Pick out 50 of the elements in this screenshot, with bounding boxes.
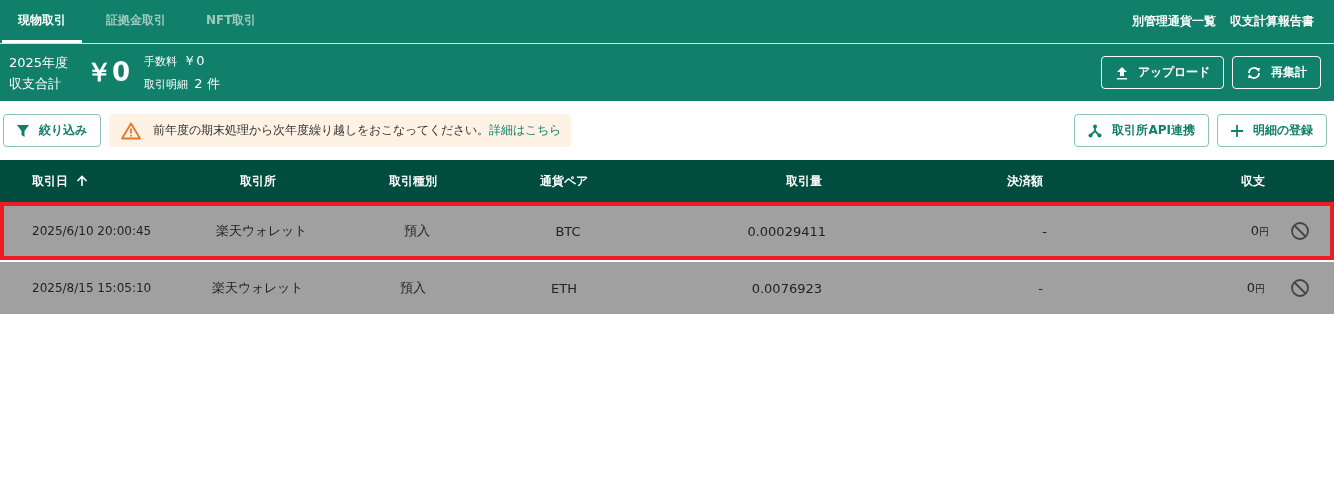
recalculate-button[interactable]: 再集計 [1232,56,1321,89]
header-link[interactable]: 別管理通貨一覧 [1132,13,1216,30]
total-amount: ￥0 [86,56,131,89]
table-cell: 0.0076923 [751,280,822,296]
count-label: 取引明細 [144,77,189,91]
column-header[interactable]: 決済額 [1007,172,1043,190]
table-cell: 楽天ウォレット [216,222,307,240]
table-row[interactable]: 2025/8/15 15:05:10 楽天ウォレット 預入 ETH 0.0076923 - 0円 [0,260,1334,314]
column-header[interactable]: 取引所 [239,172,276,190]
total-label: 収支合計 [9,74,62,93]
upload-icon [1115,65,1129,80]
refresh-icon [1246,65,1262,80]
column-header[interactable]: 収支 [1241,172,1265,190]
table-cell: 2025/8/15 15:05:10 [32,281,152,295]
fee-amount: ￥0 [183,52,205,68]
table-cell: 楽天ウォレット [212,279,303,297]
fiscal-year: 2025年度 [9,53,69,72]
warning-icon [121,121,141,140]
tab[interactable]: 証拠金取引 [90,0,182,43]
record-count: 2 件 [194,75,220,91]
table-cell: 預入 [403,222,430,240]
table-cell: 0円 [1250,223,1269,239]
header-link[interactable]: 収支計算報告書 [1230,13,1314,30]
details-link[interactable]: 詳細はこちら [489,122,561,139]
add-record-button[interactable]: 明細の登録 [1217,114,1327,147]
column-header[interactable]: 取引日 [32,172,68,190]
table-row[interactable]: 2025/6/10 20:00:45 楽天ウォレット 預入 BTC 0.00029411 - 0円 [0,202,1334,260]
table-cell: BTC [555,223,581,239]
filter-button[interactable]: 絞り込み [3,114,101,147]
table-cell: - [1038,280,1043,296]
api-link-button[interactable]: 取引所API連携 [1074,114,1209,147]
column-header[interactable]: 通貨ペア [540,172,588,190]
table-cell: 0円 [1246,280,1265,296]
table-cell: 0.00029411 [747,223,826,239]
filter-icon [17,124,29,137]
upload-button[interactable]: アップロード [1101,56,1224,89]
prohibited-icon[interactable] [1289,278,1310,298]
column-header[interactable]: 取引種別 [388,172,437,190]
tab[interactable]: NFT取引 [190,0,273,43]
table-cell: 2025/6/10 20:00:45 [32,224,152,238]
column-header[interactable]: 取引量 [786,172,822,190]
table-cell: ETH [551,280,577,296]
sort-ascending-icon [76,175,88,187]
table-cell: 預入 [399,279,426,297]
plus-icon [1231,124,1243,137]
prohibited-icon[interactable] [1289,221,1310,241]
notice-text: 前年度の期末処理から次年度繰り越しをおこなってください。 [153,122,489,139]
network-icon [1088,123,1103,138]
table-cell: - [1042,223,1047,239]
fee-label: 手数料 [144,54,178,68]
